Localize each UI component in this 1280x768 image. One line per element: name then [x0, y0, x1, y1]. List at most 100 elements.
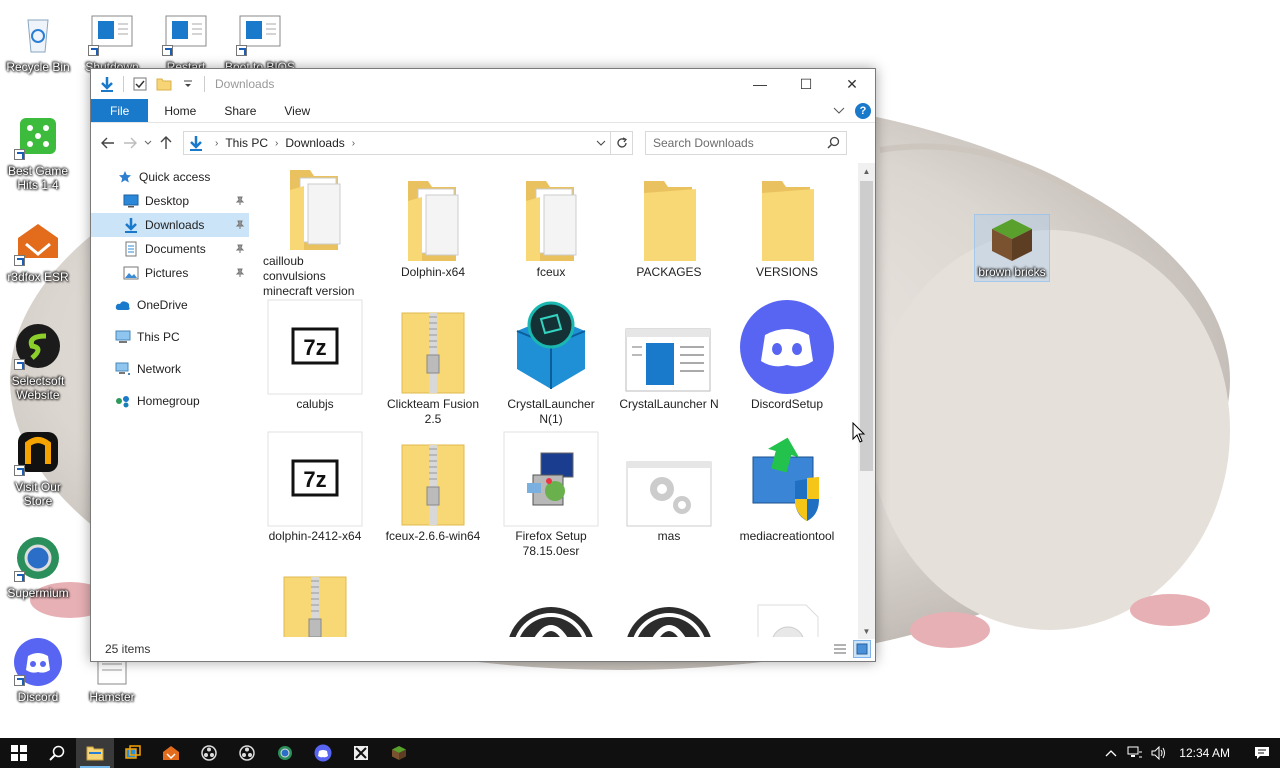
- file-item[interactable]: Clickteam Fusion 2.5: [379, 299, 487, 431]
- pin-icon[interactable]: [235, 219, 245, 233]
- file-item[interactable]: DiscordSetup: [733, 299, 841, 431]
- desktop-icon-restart[interactable]: Restart: [148, 8, 224, 74]
- nav-desktop[interactable]: Desktop: [91, 189, 249, 213]
- volume-icon[interactable]: [1147, 746, 1171, 760]
- nav-quick-access[interactable]: Quick access: [91, 165, 249, 189]
- up-button[interactable]: [155, 132, 177, 154]
- forward-button[interactable]: [119, 132, 141, 154]
- customize-toolbar-icon[interactable]: [180, 76, 196, 92]
- taskbar-obs-2[interactable]: [228, 738, 266, 768]
- file-item[interactable]: [497, 563, 605, 637]
- large-icons-view-icon[interactable]: [853, 640, 871, 658]
- desktop-icon-best-game-hits[interactable]: Best Game Hits 1-4: [0, 112, 76, 192]
- taskbar-obs[interactable]: [190, 738, 228, 768]
- file-item[interactable]: VERSIONS: [733, 167, 841, 299]
- search-input[interactable]: [653, 136, 823, 150]
- search-button[interactable]: [38, 738, 76, 768]
- chevron-up-icon[interactable]: [1099, 749, 1123, 757]
- help-icon[interactable]: ?: [855, 103, 871, 119]
- file-item[interactable]: CrystalLauncher N(1): [497, 299, 605, 431]
- file-item[interactable]: fceux-2.6.6-win64: [379, 431, 487, 563]
- scroll-up-icon[interactable]: ▲: [858, 163, 875, 179]
- file-item[interactable]: [733, 563, 841, 637]
- taskbar-app[interactable]: [342, 738, 380, 768]
- desktop-icon-shutdown[interactable]: Shutdown: [74, 8, 150, 74]
- file-item[interactable]: fceux: [497, 167, 605, 299]
- file-grid: cailloub convulsions minecraft version Do…: [261, 167, 859, 637]
- address-bar[interactable]: › This PC › Downloads ›: [183, 131, 611, 155]
- taskbar-minecraft[interactable]: [380, 738, 418, 768]
- pin-icon[interactable]: [235, 195, 245, 209]
- desktop-icon-visit-our-store[interactable]: Visit Our Store: [0, 428, 76, 508]
- search-box[interactable]: [645, 131, 847, 155]
- supermium-icon: [278, 746, 292, 760]
- file-item[interactable]: mediacreationtool: [733, 431, 841, 563]
- tab-share[interactable]: Share: [210, 99, 270, 122]
- desktop-icon-recycle-bin[interactable]: Recycle Bin: [0, 8, 76, 74]
- expand-ribbon-icon[interactable]: [833, 104, 845, 118]
- nav-downloads[interactable]: Downloads: [91, 213, 249, 237]
- taskbar-file-explorer[interactable]: [76, 738, 114, 768]
- file-item[interactable]: cailloub convulsions minecraft version: [261, 167, 369, 299]
- clock[interactable]: 12:34 AM: [1179, 746, 1230, 760]
- file-item[interactable]: [615, 563, 723, 637]
- taskbar-supermium[interactable]: [266, 738, 304, 768]
- taskbar-discord[interactable]: [304, 738, 342, 768]
- file-explorer-window[interactable]: Downloads — ☐ ✕ File Home Share View ? ›…: [90, 68, 876, 662]
- tab-file[interactable]: File: [91, 99, 149, 122]
- nav-documents[interactable]: Documents: [91, 237, 249, 261]
- new-folder-icon[interactable]: [156, 76, 172, 92]
- details-view-icon[interactable]: [831, 640, 849, 658]
- back-button[interactable]: [97, 132, 119, 154]
- tab-view[interactable]: View: [270, 99, 324, 122]
- file-item[interactable]: PACKAGES: [615, 167, 723, 299]
- file-list[interactable]: cailloub convulsions minecraft version Do…: [261, 167, 859, 637]
- desktop-icon-selectsoft[interactable]: Selectsoft Website: [0, 322, 76, 402]
- download-arrow-icon[interactable]: [99, 76, 115, 92]
- file-item[interactable]: CrystalLauncher N: [615, 299, 723, 431]
- title-bar[interactable]: Downloads — ☐ ✕: [91, 69, 875, 99]
- file-item[interactable]: Dolphin-x64: [379, 167, 487, 299]
- pin-icon[interactable]: [235, 243, 245, 257]
- desktop-icon-r3dfox[interactable]: r3dfox ESR: [0, 218, 76, 284]
- nav-this-pc[interactable]: This PC: [91, 325, 249, 349]
- properties-icon[interactable]: [132, 76, 148, 92]
- file-item[interactable]: Firefox Setup 78.15.0esr: [497, 431, 605, 563]
- nav-pictures[interactable]: Pictures: [91, 261, 249, 285]
- nav-homegroup[interactable]: Homegroup: [91, 389, 249, 413]
- file-item[interactable]: [379, 563, 487, 637]
- gears-icon: [621, 431, 717, 527]
- desktop-icon-brown-bricks[interactable]: brown bricks: [974, 214, 1050, 282]
- vertical-scrollbar[interactable]: ▲ ▼: [858, 163, 875, 639]
- tab-home[interactable]: Home: [148, 99, 210, 122]
- network-icon[interactable]: [1123, 746, 1147, 760]
- refresh-button[interactable]: [611, 131, 633, 155]
- chevron-right-icon[interactable]: ›: [352, 138, 355, 149]
- file-item[interactable]: mas: [615, 431, 723, 563]
- file-item[interactable]: 7z dolphin-2412-x64: [261, 431, 369, 563]
- download-arrow-icon: [123, 217, 139, 233]
- nav-network[interactable]: Network: [91, 357, 249, 381]
- address-dropdown-icon[interactable]: [592, 132, 610, 154]
- desktop-icon-discord[interactable]: Discord: [0, 638, 76, 704]
- breadcrumb-this-pc[interactable]: This PC: [225, 136, 268, 150]
- desktop-icon-supermium[interactable]: Supermium: [0, 534, 76, 600]
- pin-icon[interactable]: [235, 267, 245, 281]
- desktop-icon-boot-to-bios[interactable]: Boot to BIOS: [222, 8, 298, 74]
- notifications-icon[interactable]: [1244, 746, 1280, 760]
- chevron-right-icon[interactable]: ›: [275, 138, 278, 149]
- minimize-button[interactable]: —: [737, 69, 783, 99]
- photo-icon: [385, 563, 481, 637]
- taskbar-task-view[interactable]: [114, 738, 152, 768]
- file-item[interactable]: 7z calubjs: [261, 299, 369, 431]
- breadcrumb-downloads[interactable]: Downloads: [285, 136, 344, 150]
- close-button[interactable]: ✕: [829, 69, 875, 99]
- search-icon[interactable]: [827, 136, 840, 152]
- file-item[interactable]: [261, 563, 369, 637]
- taskbar-r3dfox[interactable]: [152, 738, 190, 768]
- start-button[interactable]: [0, 738, 38, 768]
- recent-locations-button[interactable]: [141, 132, 155, 154]
- nav-onedrive[interactable]: OneDrive: [91, 293, 249, 317]
- app-icon: [354, 746, 368, 760]
- maximize-button[interactable]: ☐: [783, 69, 829, 99]
